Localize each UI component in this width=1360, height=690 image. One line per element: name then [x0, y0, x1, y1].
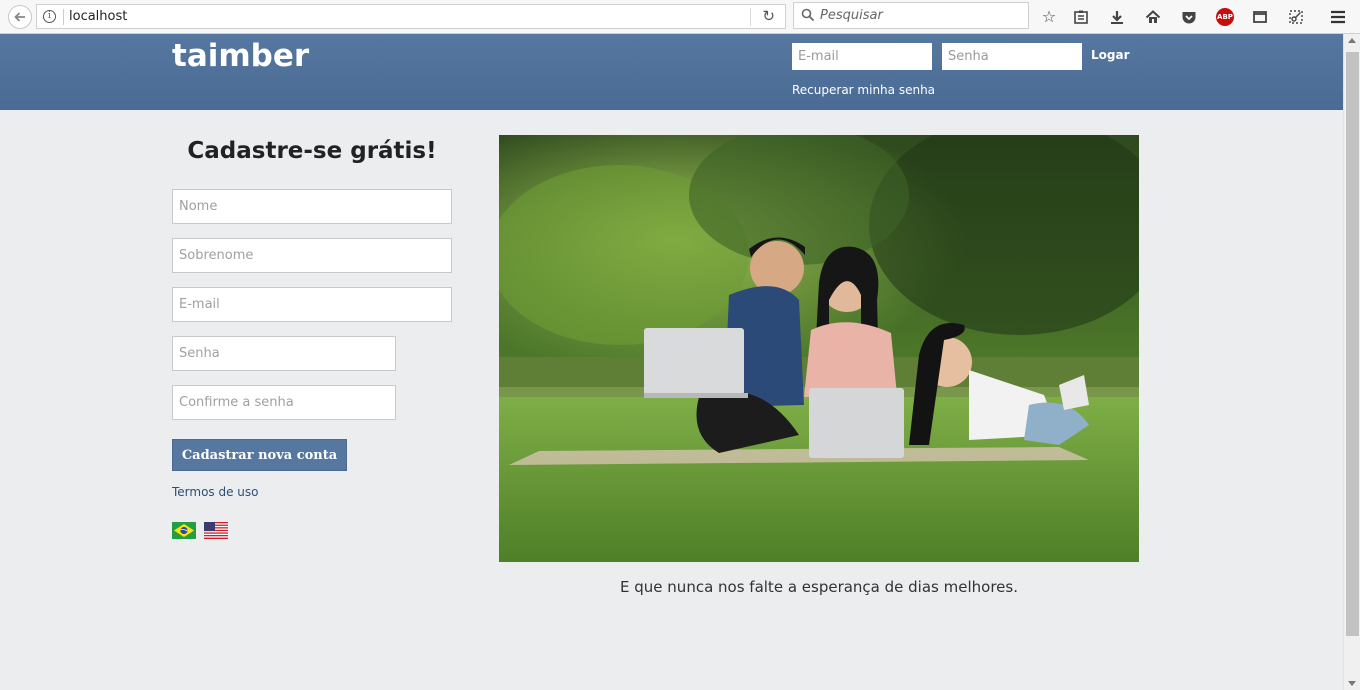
- signup-password-input[interactable]: [172, 336, 396, 371]
- signup-title: Cadastre-se grátis!: [187, 138, 437, 164]
- scroll-up-icon[interactable]: [1348, 38, 1356, 43]
- terms-of-use-link[interactable]: Termos de uso: [172, 485, 259, 499]
- site-logo[interactable]: taimber: [172, 38, 309, 74]
- divider: [63, 9, 64, 25]
- recover-password-link[interactable]: Recuperar minha senha: [792, 83, 935, 97]
- create-account-button[interactable]: Cadastrar nova conta: [172, 439, 347, 471]
- browser-search-bar[interactable]: [793, 2, 1029, 29]
- signup-email-input[interactable]: [172, 287, 452, 322]
- download-icon[interactable]: [1106, 6, 1128, 28]
- last-name-input[interactable]: [172, 238, 452, 273]
- reading-list-icon[interactable]: [1070, 6, 1092, 28]
- reload-icon[interactable]: ↻: [762, 7, 775, 25]
- back-arrow-icon: [14, 12, 25, 22]
- login-password-input[interactable]: [942, 43, 1082, 70]
- first-name-input[interactable]: [172, 189, 452, 224]
- divider: [750, 8, 751, 26]
- back-button[interactable]: [8, 5, 32, 29]
- hero-caption: E que nunca nos falte a esperança de dia…: [620, 578, 1018, 596]
- login-button[interactable]: Logar: [1091, 48, 1130, 62]
- hero-image: [499, 135, 1139, 562]
- bookmark-star-icon[interactable]: ☆: [1038, 6, 1060, 28]
- brazil-flag-icon[interactable]: [172, 522, 196, 539]
- adblock-icon[interactable]: ABP: [1216, 8, 1234, 26]
- search-input[interactable]: [820, 6, 1020, 25]
- page-scrollbar[interactable]: [1343, 34, 1360, 690]
- login-email-input[interactable]: [792, 43, 932, 70]
- info-icon[interactable]: i: [43, 10, 56, 23]
- pocket-icon[interactable]: [1178, 6, 1200, 28]
- home-icon[interactable]: [1142, 6, 1164, 28]
- window-icon[interactable]: [1249, 6, 1271, 28]
- browser-toolbar: i localhost ↻ ☆ ABP: [0, 0, 1360, 34]
- site-header: taimber Logar Recuperar minha senha: [0, 34, 1343, 110]
- scroll-thumb[interactable]: [1346, 52, 1359, 636]
- url-text[interactable]: localhost: [69, 9, 127, 24]
- usa-flag-icon[interactable]: [204, 522, 228, 539]
- scroll-down-icon[interactable]: [1348, 681, 1356, 686]
- menu-icon[interactable]: [1327, 6, 1349, 28]
- confirm-password-input[interactable]: [172, 385, 396, 420]
- url-bar[interactable]: i localhost ↻: [36, 4, 786, 29]
- search-icon: [801, 8, 815, 22]
- screenshot-icon[interactable]: [1285, 6, 1307, 28]
